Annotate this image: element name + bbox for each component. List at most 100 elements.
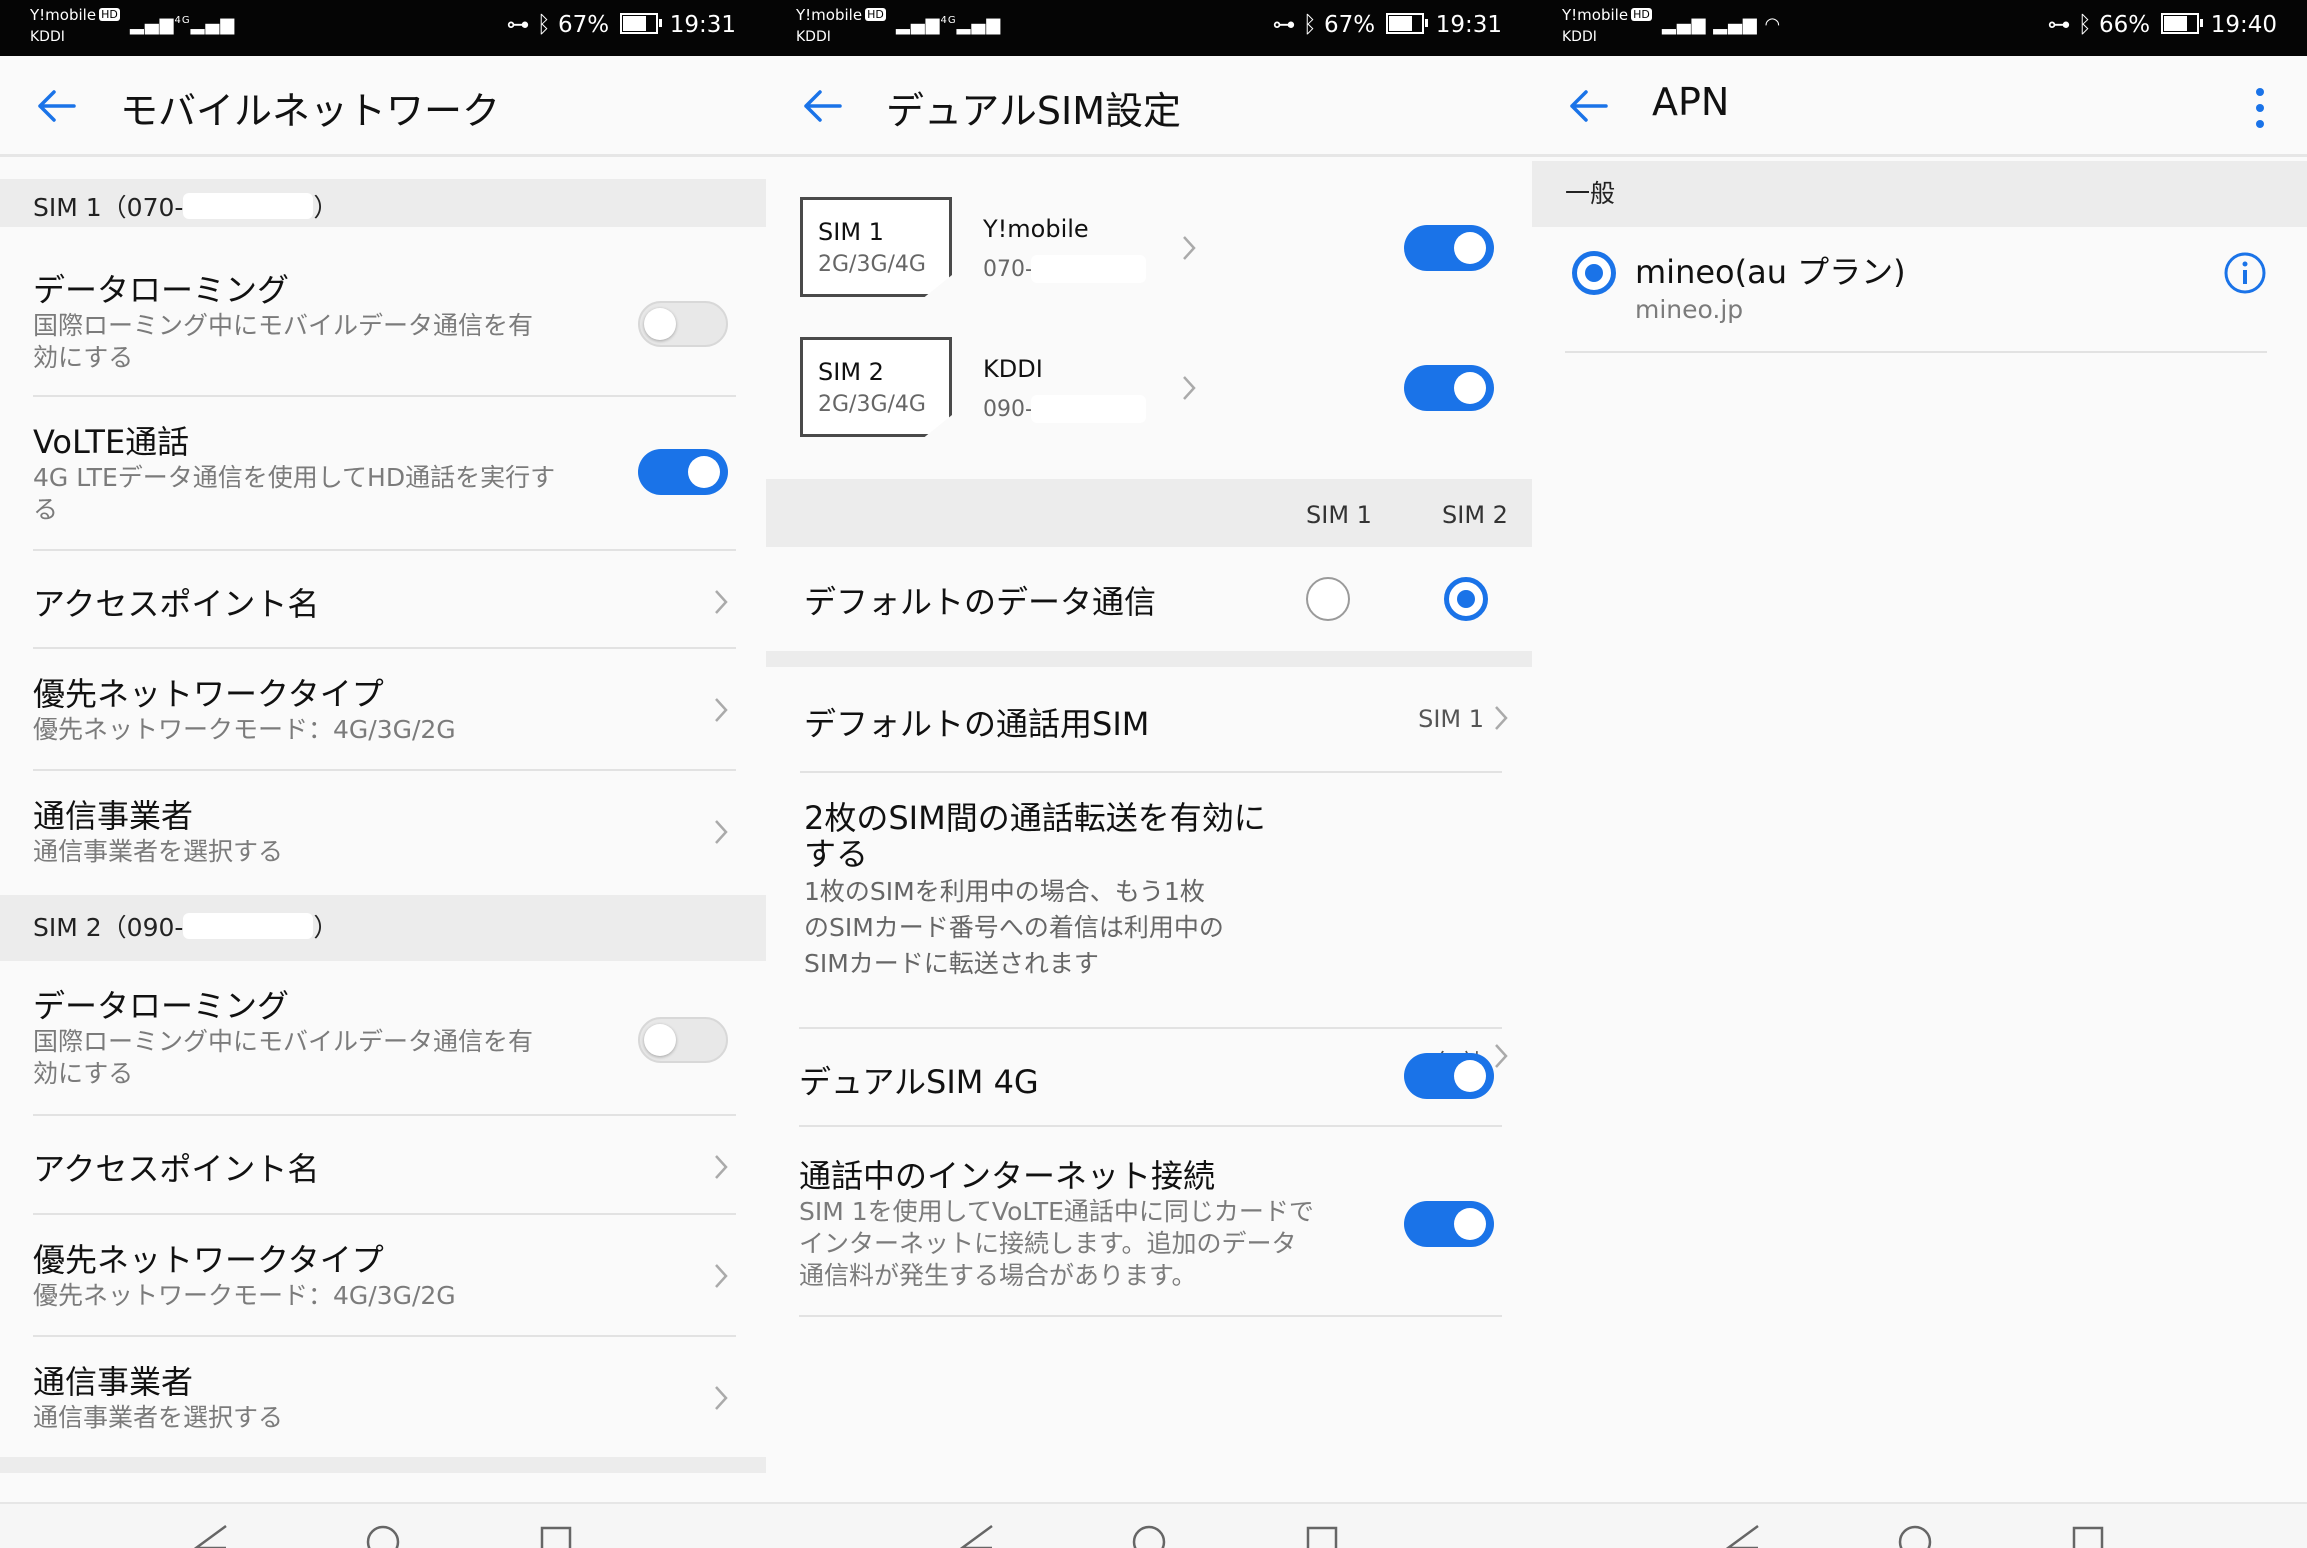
sim1-card-row[interactable]: SIM 1 2G/3G/4G Y!mobile 070- (766, 197, 1532, 307)
carrier-name: Y!mobile (796, 6, 863, 24)
bluetooth-icon: ᛒ (536, 12, 551, 38)
default-data-row: デフォルトのデータ通信 (766, 547, 1532, 647)
nav-home-icon[interactable] (365, 1522, 401, 1548)
clock: 19:31 (1435, 12, 1502, 38)
app-bar: APN (1532, 56, 2307, 157)
sim2-data-roaming-row[interactable]: データローミング 国際ローミング中にモバイルデータ通信を有 効にする (0, 961, 766, 1111)
sim-column-header: SIM 1 SIM 2 (766, 479, 1532, 547)
nav-home-icon[interactable] (1131, 1522, 1167, 1548)
redacted-number (183, 913, 314, 939)
app-bar: デュアルSIM設定 (766, 56, 1532, 157)
sim-number: 070- (983, 257, 1033, 282)
navigation-bar (0, 1502, 766, 1548)
nav-back-icon[interactable] (1722, 1522, 1762, 1548)
back-arrow-icon[interactable] (800, 84, 844, 128)
network-type: 4G (940, 15, 957, 26)
settings-list: SIM 1（070-） データローミング 国際ローミング中にモバイルデータ通信を… (0, 157, 766, 1548)
signal-icon: ▂▄▆4G▂▄▆ (896, 14, 1002, 35)
redacted-number (1031, 395, 1146, 423)
clock: 19:31 (669, 12, 736, 38)
chevron-right-icon (714, 1154, 728, 1180)
volte-toggle[interactable] (638, 449, 728, 495)
internet-during-call-toggle[interactable] (1404, 1201, 1494, 1247)
signal-wifi-icon: ▂▄▆ ▂▄▆ ◠ (1662, 14, 1782, 35)
battery-icon (620, 13, 663, 34)
chevron-right-icon (714, 589, 728, 615)
dual-sim-settings: SIM 1 2G/3G/4G Y!mobile 070- SIM 2 2G/3G… (766, 157, 1532, 1548)
vpn-key-icon: ⊶ (506, 12, 530, 38)
apn-list: 一般 mineo(au プラン) mineo.jp (1532, 157, 2307, 1548)
page-title: APN (1652, 80, 1730, 124)
sim2-access-point-row[interactable]: アクセスポイント名 (0, 1116, 766, 1212)
sim1-network-type-row[interactable]: 優先ネットワークタイプ 優先ネットワークモード：4G/3G/2G (0, 649, 766, 767)
page-title: デュアルSIM設定 (886, 89, 1181, 133)
nav-recents-icon[interactable] (1304, 1522, 1340, 1548)
default-call-value: SIM 1 (1418, 705, 1484, 733)
default-call-sim-row[interactable]: デフォルトの通話用SIM SIM 1 (766, 667, 1532, 771)
more-vert-icon[interactable] (2255, 86, 2265, 130)
navigation-bar (1532, 1502, 2307, 1548)
back-arrow-icon[interactable] (1566, 84, 1610, 128)
nav-back-icon[interactable] (956, 1522, 996, 1548)
page-title: モバイルネットワーク (120, 89, 501, 133)
carrier-name-2: KDDI (30, 29, 65, 45)
nav-home-icon[interactable] (1897, 1522, 1933, 1548)
mobile-network-screen: Y!mobile HD KDDI ▂▄▆4G▂▄▆ ⊶ ᛒ 67% 19:31 モ… (0, 0, 766, 1548)
carrier-name-2: KDDI (1562, 29, 1597, 45)
sim2-card-row[interactable]: SIM 2 2G/3G/4G KDDI 090- (766, 337, 1532, 447)
apn-select-radio[interactable] (1572, 251, 1616, 295)
dual-sim-4g-toggle[interactable] (1404, 1053, 1494, 1099)
carrier-name-2: KDDI (796, 29, 831, 45)
status-bar: Y!mobile HD KDDI ▂▄▆4G▂▄▆ ⊶ ᛒ 67% 19:31 (766, 0, 1532, 56)
chevron-right-icon (1182, 375, 1196, 401)
battery-percent: 67% (557, 12, 610, 38)
sim-number: 090- (983, 397, 1033, 422)
hd-badge: HD (99, 8, 120, 21)
sim-card-icon: SIM 2 2G/3G/4G (800, 337, 952, 437)
apn-name: mineo(au プラン) (1635, 253, 1906, 291)
chevron-right-icon (714, 1263, 728, 1289)
signal-icon: ▂▄▆4G▂▄▆ (130, 14, 236, 35)
default-data-sim1-radio[interactable] (1306, 577, 1350, 621)
redacted-number (183, 193, 314, 219)
sim-carrier: Y!mobile (983, 215, 1089, 243)
section-header-general: 一般 (1532, 161, 2307, 227)
chevron-right-icon (1182, 235, 1196, 261)
battery-percent: 66% (2098, 12, 2151, 38)
apn-screen: Y!mobile HD KDDI ▂▄▆ ▂▄▆ ◠ ⊶ ᛒ 66% 19:40 … (1532, 0, 2307, 1548)
bluetooth-icon: ᛒ (1302, 12, 1317, 38)
chevron-right-icon (714, 1385, 728, 1411)
clock: 19:40 (2210, 12, 2277, 38)
vpn-key-icon: ⊶ (1272, 12, 1296, 38)
back-arrow-icon[interactable] (34, 84, 78, 128)
nav-recents-icon[interactable] (538, 1522, 574, 1548)
hd-badge: HD (1631, 8, 1652, 21)
sim-card-icon: SIM 1 2G/3G/4G (800, 197, 952, 297)
data-roaming-toggle[interactable] (638, 1017, 728, 1063)
battery-icon (1386, 13, 1429, 34)
sim1-access-point-row[interactable]: アクセスポイント名 (0, 551, 766, 647)
default-data-sim2-radio[interactable] (1444, 577, 1488, 621)
bluetooth-icon: ᛒ (2077, 12, 2092, 38)
chevron-right-icon (714, 697, 728, 723)
battery-percent: 67% (1323, 12, 1376, 38)
nav-back-icon[interactable] (190, 1522, 230, 1548)
apn-item[interactable]: mineo(au プラン) mineo.jp (1532, 227, 2307, 337)
sim2-carrier-row[interactable]: 通信事業者 通信事業者を選択する (0, 1337, 766, 1455)
sim2-network-type-row[interactable]: 優先ネットワークタイプ 優先ネットワークモード：4G/3G/2G (0, 1215, 766, 1333)
volte-row[interactable]: VoLTE通話 4G LTEデータ通信を使用してHD通話を実行す る (0, 397, 766, 547)
nav-recents-icon[interactable] (2070, 1522, 2106, 1548)
sim2-enable-toggle[interactable] (1404, 365, 1494, 411)
sim2-section-header: SIM 2（090-） (0, 895, 766, 961)
info-icon[interactable] (2223, 251, 2267, 295)
navigation-bar (766, 1502, 1532, 1548)
internet-during-call-row[interactable]: 通話中のインターネット接続 SIM 1を使用してVoLTE通話中に同じカードで … (766, 1127, 1532, 1317)
sim1-carrier-row[interactable]: 通信事業者 通信事業者を選択する (0, 771, 766, 889)
data-roaming-toggle[interactable] (638, 301, 728, 347)
sim1-data-roaming-row[interactable]: データローミング 国際ローミング中にモバイルデータ通信を有 効にする (0, 227, 766, 382)
dual-sim-4g-row[interactable]: デュアルSIM 4G (766, 1029, 1532, 1125)
carrier-name: Y!mobile (30, 6, 97, 24)
sim1-enable-toggle[interactable] (1404, 225, 1494, 271)
hd-badge: HD (865, 8, 886, 21)
chevron-right-icon (1494, 705, 1508, 731)
